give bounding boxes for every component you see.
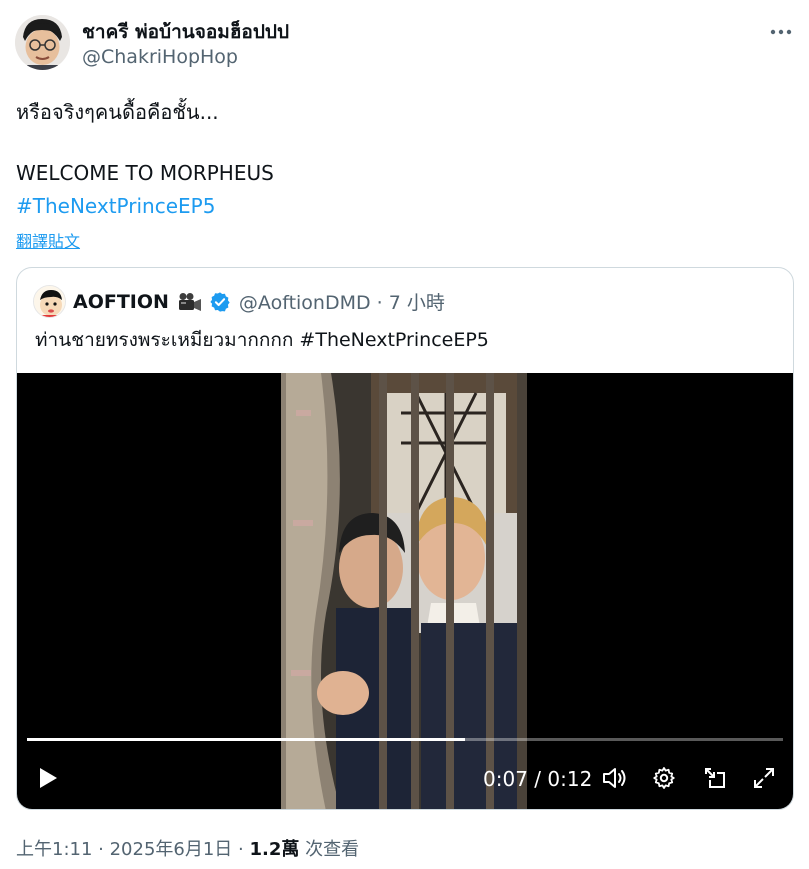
video-time-separator: / [534, 767, 542, 791]
fullscreen-icon [752, 766, 776, 794]
video-time: 0:07 / 0:12 [483, 767, 592, 791]
quoted-tweet-card[interactable]: AOFTION @AoftionDMD · 7 小時 ท่านชายทรงพระ… [16, 267, 794, 810]
settings-button[interactable] [649, 765, 679, 795]
tweet-meta: 上午1:11 · 2025年6月1日 · 1.2萬 次查看 [16, 835, 359, 861]
quoted-author-name[interactable]: AOFTION [73, 291, 169, 313]
video-camera-icon [177, 292, 203, 312]
author-avatar[interactable] [15, 15, 70, 70]
view-count-label: 次查看 [299, 839, 360, 860]
video-duration: 0:12 [547, 767, 593, 791]
play-button[interactable] [33, 765, 63, 795]
quoted-tweet-text: ท่านชายทรงพระเหมียวมากกกก #TheNextPrince… [35, 329, 489, 351]
translate-post-link[interactable]: 翻譯貼文 [16, 228, 80, 252]
verified-badge-icon [209, 291, 231, 313]
video-player[interactable]: 0:07 / 0:12 [17, 373, 793, 809]
quoted-author-avatar[interactable] [33, 285, 66, 318]
play-icon [37, 766, 59, 794]
quoted-author-handle-time[interactable]: @AoftionDMD · 7 小時 [239, 288, 445, 315]
video-progress-bar[interactable] [27, 738, 783, 741]
volume-icon [601, 766, 629, 794]
video-current-time: 0:07 [483, 767, 528, 791]
tweet-timestamp[interactable]: 上午1:11 · 2025年6月1日 · [16, 839, 249, 860]
gear-icon [652, 766, 676, 794]
author-name[interactable]: ชาครี พ่อบ้านจอมฮ็อปปป [82, 17, 289, 47]
tweet-text-line-2: WELCOME TO MORPHEUS [16, 161, 274, 185]
hashtag-link[interactable]: #TheNextPrinceEP5 [16, 194, 215, 218]
video-frame [281, 373, 527, 809]
author-handle[interactable]: @ChakriHopHop [82, 46, 238, 68]
pip-icon [703, 766, 727, 794]
video-progress-fill [27, 738, 466, 741]
picture-in-picture-button[interactable] [700, 765, 730, 795]
view-count: 1.2萬 [249, 839, 300, 860]
fullscreen-button[interactable] [749, 765, 779, 795]
more-icon [770, 20, 792, 39]
more-options-button[interactable] [764, 16, 798, 42]
tweet-text-line-1: หรือจริงๆคนดื้อคือชั้น... [16, 100, 219, 124]
volume-button[interactable] [599, 765, 631, 795]
